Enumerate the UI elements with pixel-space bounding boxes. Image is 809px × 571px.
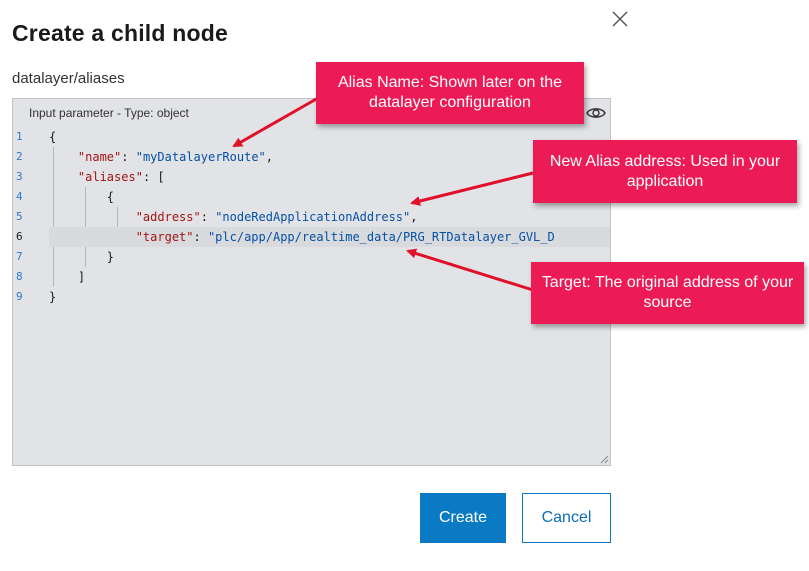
line-number: 1 bbox=[16, 130, 23, 143]
callout-text: Alias Name: Shown later on the datalayer… bbox=[337, 74, 563, 111]
callout-text: Target: The original address of your sou… bbox=[541, 274, 794, 311]
code-token: : bbox=[121, 150, 136, 164]
line-gutter: 1 2 3 4 5 6 7 8 9 bbox=[13, 127, 41, 465]
close-button[interactable] bbox=[607, 6, 633, 32]
node-path-label: datalayer/aliases bbox=[12, 70, 125, 87]
code-line: } bbox=[49, 287, 610, 307]
line-number: 7 bbox=[16, 250, 23, 263]
line-number: 5 bbox=[16, 210, 23, 223]
create-button[interactable]: Create bbox=[420, 493, 506, 543]
callout-text: New Alias address: Used in your applicat… bbox=[549, 152, 781, 190]
code-token: "myDatalayerRoute" bbox=[135, 150, 266, 164]
callout-alias-name: Alias Name: Shown later on the datalayer… bbox=[316, 62, 584, 124]
code-line: { bbox=[49, 187, 610, 207]
code-token: : bbox=[193, 230, 208, 244]
dialog-title: Create a child node bbox=[12, 20, 228, 46]
code-token: "name" bbox=[77, 150, 122, 164]
code-token: , bbox=[410, 210, 418, 224]
code-token: } bbox=[49, 290, 57, 304]
line-number: 3 bbox=[16, 170, 23, 183]
line-number: 9 bbox=[16, 290, 23, 303]
code-token: "aliases" bbox=[77, 170, 143, 184]
line-number: 4 bbox=[16, 190, 23, 203]
json-editor[interactable]: Input parameter - Type: object 1 2 3 4 5… bbox=[12, 98, 611, 466]
line-number: 6 bbox=[16, 230, 23, 243]
code-token: } bbox=[106, 250, 115, 264]
code-token: { bbox=[106, 190, 115, 204]
code-token: : [ bbox=[142, 170, 165, 184]
code-line: "name": "myDatalayerRoute", bbox=[49, 147, 610, 167]
code-line: } bbox=[49, 247, 610, 267]
callout-alias-address: New Alias address: Used in your applicat… bbox=[533, 140, 797, 203]
code-token: "nodeRedApplicationAddress" bbox=[215, 210, 411, 224]
code-token: "target" bbox=[135, 230, 194, 244]
code-token: ] bbox=[77, 270, 86, 284]
line-number: 2 bbox=[16, 150, 23, 163]
code-area[interactable]: 1 2 3 4 5 6 7 8 9 { "name": "myDatalayer… bbox=[13, 127, 610, 465]
code-token: , bbox=[265, 150, 273, 164]
code-line: "aliases": [ bbox=[49, 167, 610, 187]
code-line: { bbox=[49, 127, 610, 147]
code-token: "plc/app/App/realtime_data/PRG_RTDatalay… bbox=[207, 230, 555, 244]
close-icon bbox=[612, 11, 628, 27]
code-token: { bbox=[49, 130, 57, 144]
resize-grip-icon[interactable] bbox=[599, 454, 609, 464]
editor-type-label: Input parameter - Type: object bbox=[29, 106, 189, 120]
code-line: "address": "nodeRedApplicationAddress", bbox=[49, 207, 610, 227]
code-token: "address" bbox=[135, 210, 201, 224]
cancel-button[interactable]: Cancel bbox=[522, 493, 611, 543]
line-number: 8 bbox=[16, 270, 23, 283]
code-token: : bbox=[200, 210, 216, 224]
code-line: ] bbox=[49, 267, 610, 287]
code-line-current: "target": "plc/app/App/realtime_data/PRG… bbox=[49, 227, 610, 247]
callout-target: Target: The original address of your sou… bbox=[531, 262, 804, 324]
preview-toggle-button[interactable] bbox=[584, 102, 608, 124]
eye-icon bbox=[586, 108, 606, 118]
